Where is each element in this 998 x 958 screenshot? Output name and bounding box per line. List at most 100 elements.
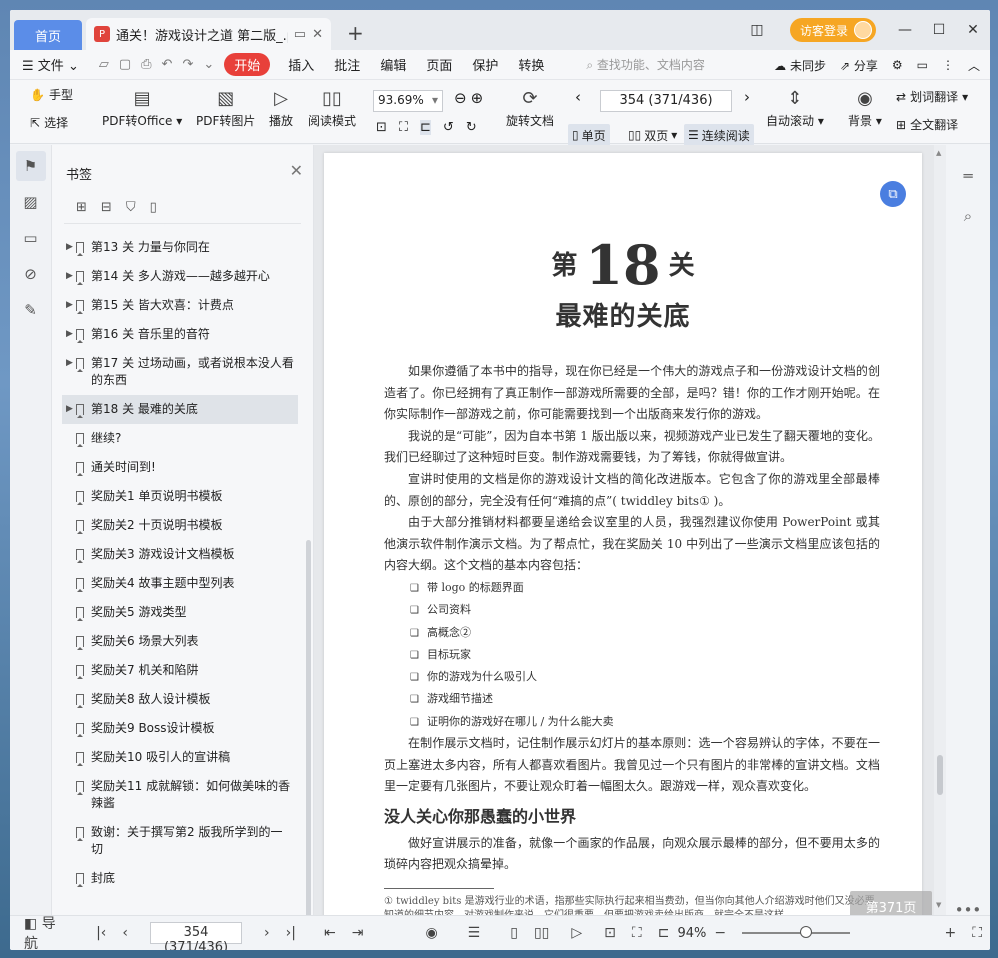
undo-icon[interactable]: ↶ [162,57,173,72]
single-mode-icon[interactable]: ▯ [510,925,518,941]
save-icon[interactable]: ▢ [119,57,131,72]
print-icon[interactable]: ⎙ [141,57,151,72]
fullscreen-icon[interactable]: ⛶ [972,925,982,941]
attachment-icon[interactable]: ⊘ [16,259,46,289]
bookmark-item[interactable]: 继续? [62,424,298,453]
bookmark-item[interactable]: 奖励关8 敌人设计模板 [62,685,298,714]
minimize-button[interactable]: — [888,22,922,38]
annotation-icon[interactable]: ▭ [16,223,46,253]
forward-icon[interactable]: ⇥ [352,925,364,941]
zoom-in-icon[interactable]: ⊕ [471,89,484,107]
close-panel-icon[interactable]: ✕ [290,161,303,180]
bookmark-item[interactable]: 奖励关7 机关和陷阱 [62,656,298,685]
bookmark-item[interactable]: ▶ 第14 关 多人游戏——越多越开心 [62,262,298,291]
full-translate-button[interactable]: ⊞ 全文翻译 [896,116,958,133]
expand-arrow-icon[interactable]: ▶ [66,268,73,285]
zoom-in-status-icon[interactable]: + [944,925,956,941]
bookmark-panel-icon[interactable]: ⚑ [15,151,46,181]
zoom-out-status-icon[interactable]: − [714,925,726,941]
menu-convert[interactable]: 转换 [518,55,544,74]
bookmark-item[interactable]: 奖励关10 吸引人的宣讲稿 [62,743,298,772]
rotate-doc-button[interactable]: ⟳ 旋转文档 [506,86,554,129]
more-dropdown-icon[interactable]: ⌄ [203,57,214,72]
expand-arrow-icon[interactable]: ▶ [66,326,73,343]
bookmark-item[interactable]: 通关时间到! [62,453,298,482]
pdf-to-office-button[interactable]: ▤ PDF转Office ▾ [102,86,182,129]
menu-edit[interactable]: 编辑 [380,55,406,74]
bookmark-outline-icon[interactable]: ▯ [150,200,157,215]
zoom-slider[interactable] [742,926,851,938]
document-scrollbar[interactable]: ▲ ▼ [934,145,946,915]
float-tool-icon[interactable]: ⧉ [880,181,906,207]
open-icon[interactable]: ▱ [99,57,109,72]
select-tool-button[interactable]: ⇱ 选择 [30,114,68,131]
navigation-button[interactable]: ◧ 导航 [24,913,62,950]
comment-icon[interactable]: ▭ [917,58,928,72]
tab-document[interactable]: P 通关！游戏设计之道 第二版_.pdf ▭ ✕ [86,18,331,50]
prev-page-button[interactable]: ‹ [122,925,128,941]
last-page-icon[interactable]: ›| [286,925,296,941]
panel-scrollbar[interactable] [306,540,311,920]
double-mode-icon[interactable]: ▯▯ [534,925,549,941]
bookmark-item[interactable]: ▶ 第17 关 过场动画，或者说根本没人看的东西 [62,349,298,395]
fit-page-icon[interactable]: ⛶ [399,120,408,135]
prev-page-icon[interactable]: ‹ [575,88,581,106]
close-window-button[interactable]: ✕ [956,22,990,38]
bookmark-item[interactable]: ▶ 第18 关 最难的关底 [62,395,298,424]
zoom-select[interactable]: 93.69% ▾ [373,90,443,112]
bookmark-item[interactable]: 奖励关4 故事主题中型列表 [62,569,298,598]
new-tab-button[interactable]: + [347,21,364,45]
single-page-button[interactable]: ▯ 单页 [568,124,610,146]
menu-page[interactable]: 页面 [426,55,452,74]
menu-protect[interactable]: 保护 [472,55,498,74]
bookmark-item[interactable]: 封底 [62,864,298,893]
bookmark-item[interactable]: 奖励关11 成就解锁：如何做美味的香辣酱 [62,772,298,818]
hand-tool-button[interactable]: ✋ 手型 [30,86,73,103]
handle-icon[interactable]: ═ [946,167,990,185]
menu-annotate[interactable]: 批注 [334,55,360,74]
zoom-out-icon[interactable]: ⊖ [454,89,467,107]
settings-icon[interactable]: ⚙ [892,58,903,72]
next-page-icon[interactable]: › [744,88,750,106]
play-status-icon[interactable]: ▷ [571,925,582,941]
thumbnail-icon[interactable]: ▨ [16,187,46,217]
bookmark-item[interactable]: ▶ 第15 关 皆大欢喜：计费点 [62,291,298,320]
continuous-mode-icon[interactable]: ☰ [468,925,481,941]
continuous-read-button[interactable]: ☰ 连续阅读 [684,124,754,146]
play-button[interactable]: ▷ 播放 [269,86,293,129]
read-mode-button[interactable]: ▯▯ 阅读模式 [308,86,356,129]
tab-home[interactable]: 首页 [14,20,82,50]
rotate-right-icon[interactable]: ↻ [466,120,477,135]
bookmark-item[interactable]: ▶ 第13 关 力量与你同在 [62,233,298,262]
bookmark-item[interactable]: 奖励关5 游戏类型 [62,598,298,627]
rotate-left-icon[interactable]: ↺ [443,120,454,135]
fit-width-status-icon[interactable]: ⊏ [658,925,670,941]
collapse-ribbon-icon[interactable]: ︿ [968,57,980,74]
redo-icon[interactable]: ↷ [182,57,193,72]
fit-page-status-icon[interactable]: ⛶ [632,925,642,941]
bookmark-item[interactable]: 奖励关1 单页说明书模板 [62,482,298,511]
scroll-down-icon[interactable]: ▼ [936,901,941,909]
background-button[interactable]: ◉ 背景 ▾ [848,86,882,129]
actual-size-status-icon[interactable]: ⊡ [604,925,616,941]
layout-icon[interactable]: ◫ [740,22,774,38]
first-page-icon[interactable]: |‹ [96,925,106,941]
bookmark-item[interactable]: 致谢：关于撰写第2 版我所学到的一切 [62,818,298,864]
close-tab-icon[interactable]: ✕ [312,27,323,42]
share-button[interactable]: ⇗ 分享 [840,57,878,74]
scroll-up-icon[interactable]: ▲ [936,149,941,157]
actual-size-icon[interactable]: ⊡ [376,120,387,135]
menu-start[interactable]: 开始 [224,53,271,76]
page-number-input[interactable]: 354 (371/436) [600,90,732,112]
double-page-button[interactable]: ▯▯ 双页 ▾ [624,124,681,146]
fit-width-icon[interactable]: ⊏ [420,120,431,135]
sync-status[interactable]: ☁ 未同步 [774,57,826,74]
remove-bookmark-icon[interactable]: ⊟ [101,200,112,215]
search-doc-icon[interactable]: ⌕ [946,207,990,225]
signature-icon[interactable]: ✎ [16,295,46,325]
back-icon[interactable]: ⇤ [324,925,336,941]
expand-arrow-icon[interactable]: ▶ [66,297,73,314]
add-bookmark-icon[interactable]: ⊞ [76,200,87,215]
bookmark-item[interactable]: 奖励关6 场景大列表 [62,627,298,656]
file-menu[interactable]: ☰ 文件 ⌄ [22,55,79,74]
